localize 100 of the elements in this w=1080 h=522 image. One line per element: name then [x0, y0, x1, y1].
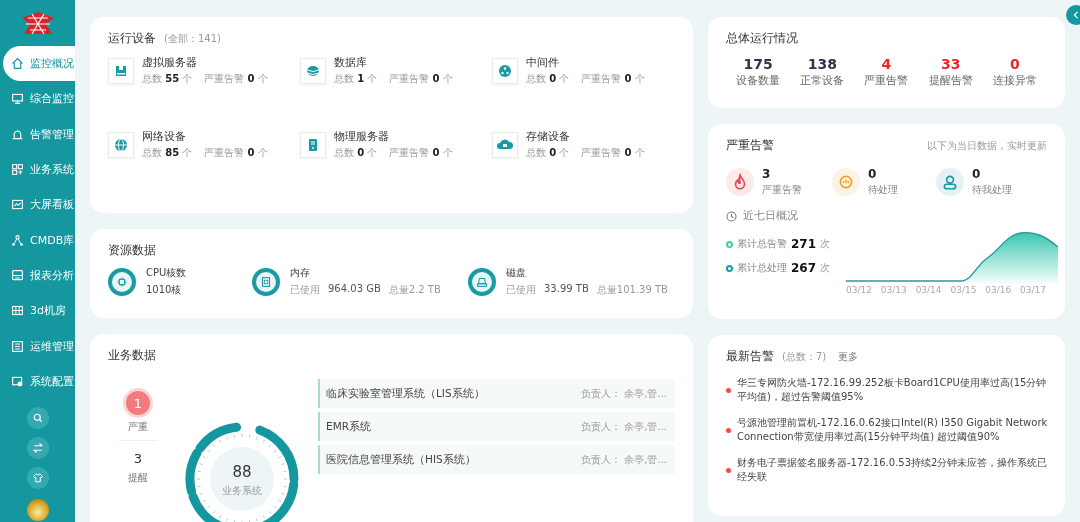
alarm-label: 待我处理 [972, 183, 1012, 197]
system-name: EMR系统 [326, 419, 371, 434]
alarm-count: 严重告警 0 个 [204, 146, 268, 160]
system-row[interactable]: 医院信息管理系统（HIS系统） 负责人： 余亭,管... [318, 445, 675, 474]
axis-label: 03/14 [915, 285, 942, 295]
count-label: 严重 [128, 420, 148, 434]
unit-label: 次 [820, 237, 831, 251]
gauge-label: 业务系统 [222, 484, 262, 498]
list-icon [11, 339, 24, 353]
total-value: 总量101.39 TB [596, 283, 668, 297]
device-count: 总数 0 个 [526, 72, 570, 86]
bullet-dot [726, 427, 731, 433]
resource-name: 内存 [290, 266, 311, 280]
system-row[interactable]: EMR系统 负责人： 余亭,管... [318, 412, 675, 441]
chart-screen-icon [11, 198, 24, 212]
avatar-icon[interactable] [26, 498, 49, 521]
count-label: 提醒 [128, 471, 148, 485]
alarm-label: 严重告警 [762, 183, 802, 197]
resource-value: 1010核 [146, 283, 183, 297]
unit-label: 次 [820, 261, 831, 275]
device-count: 总数 55 个 [142, 72, 193, 86]
system-name: 临床实验室管理系统（LIS系统） [326, 386, 485, 401]
alarm-count: 严重告警 0 个 [389, 72, 453, 86]
gauge-value: 88 [232, 463, 252, 481]
tool-button[interactable] [26, 436, 49, 459]
alarm-message[interactable]: 号源池管理前置机-172.16.0.62接口Intel(R) I350 Gigabit Network Connection带宽使用率过高(15分钟平均值) 超过阈值90% [737, 416, 1053, 444]
alarm-count: 严重告警 0 个 [581, 146, 645, 160]
nav-item[interactable]: 业务系统 [3, 151, 75, 188]
total-label: 累计总处理 [737, 261, 787, 275]
update-note: 以下为当日数据，实时更新 [927, 139, 1047, 153]
server-icon [113, 63, 129, 79]
total-value: 271 [791, 237, 817, 251]
tool-button[interactable] [26, 406, 49, 429]
nav-item[interactable]: 监控概况 [3, 46, 75, 82]
nav-item[interactable]: 告警管理 [3, 116, 75, 152]
bullet-dot [726, 387, 731, 393]
alarm-count: 严重告警 0 个 [581, 72, 645, 86]
alarm-message[interactable]: 财务电子票据签名服务器-172.16.0.53持续2分钟未应答，操作系统已经失联 [737, 456, 1053, 484]
nav-item[interactable]: 3d机房 [3, 293, 75, 329]
system-owner: 负责人： 余亭,管... [581, 452, 667, 467]
collapse-button[interactable] [1066, 5, 1080, 25]
stat-label: 连接异常 [992, 74, 1037, 88]
device-name: 网络设备 [142, 130, 187, 144]
report-icon [11, 268, 24, 282]
resource-name: CPU核数 [146, 266, 187, 280]
alarm-count: 严重告警 0 个 [389, 146, 453, 160]
network-nodes-icon [497, 63, 513, 79]
card-title: 运行设备 [108, 31, 156, 46]
card-title: 最新告警 [726, 349, 774, 364]
alarm-message[interactable]: 华三专网防火墙-172.16.99.252板卡Board1CPU使用率过高(15分钟平均值)，超过告警阈值95% [737, 376, 1053, 404]
search-icon [31, 411, 44, 424]
system-owner: 负责人： 余亭,管... [581, 386, 667, 401]
axis-label: 03/12 [846, 285, 872, 295]
nav-item[interactable]: CMDB库 [3, 222, 75, 258]
system-row[interactable]: 临床实验室管理系统（LIS系统） 负责人： 余亭,管... [318, 379, 675, 408]
card-title: 严重告警 [726, 138, 774, 153]
device-total: (全部：141) [164, 32, 221, 46]
alarm-total: (总数：7) [782, 350, 827, 364]
alarm-label: 待处理 [868, 183, 898, 197]
more-link[interactable]: 更多 [838, 350, 859, 364]
table-icon [11, 304, 24, 318]
total-label: 累计总告警 [737, 237, 787, 251]
stat-value: 175 [743, 56, 773, 72]
tool-button[interactable] [26, 466, 49, 489]
nav-item[interactable]: 报表分析 [3, 257, 75, 294]
count-badge: 1 [126, 391, 150, 415]
card-title: 业务数据 [108, 348, 156, 363]
home-icon [11, 57, 24, 71]
swap-icon [31, 441, 44, 454]
used-label: 已使用 [506, 283, 536, 297]
nodes-icon [11, 233, 24, 247]
alarm-value: 3 [762, 167, 772, 181]
nav-item[interactable]: 系统配置 [3, 363, 75, 399]
stat-value: 138 [807, 56, 837, 72]
stat-value: 33 [940, 56, 961, 72]
stat-label: 正常设备 [800, 74, 845, 88]
card-title: 资源数据 [108, 243, 156, 258]
device-name: 虚拟服务器 [142, 56, 198, 70]
device-count: 总数 1 个 [334, 72, 378, 86]
alarm-value: 0 [972, 167, 982, 181]
memory-icon [259, 274, 273, 289]
nav-item[interactable]: 运维管理 [3, 328, 75, 364]
device-name: 存储设备 [526, 130, 571, 144]
user-icon [941, 173, 959, 191]
stat-label: 提醒告警 [928, 74, 973, 88]
grid-icon [11, 163, 24, 177]
axis-label: 03/17 [1020, 285, 1046, 295]
nav-item[interactable]: 综合监控 [3, 81, 75, 117]
resource-name: 磁盘 [506, 266, 527, 280]
device-name: 物理服务器 [334, 130, 390, 144]
config-icon [11, 374, 24, 388]
alarm-count: 严重告警 0 个 [204, 72, 268, 86]
total-value: 总量2.2 TB [388, 283, 441, 297]
axis-label: 03/13 [880, 285, 907, 295]
system-owner: 负责人： 余亭,管... [581, 419, 667, 434]
card-title: 总体运行情况 [726, 31, 798, 46]
alarm-value: 0 [868, 167, 878, 181]
section-title: 近七日概况 [743, 209, 798, 223]
nav-item[interactable]: 大屏看板 [3, 187, 75, 223]
device-count: 总数 0 个 [526, 146, 570, 160]
